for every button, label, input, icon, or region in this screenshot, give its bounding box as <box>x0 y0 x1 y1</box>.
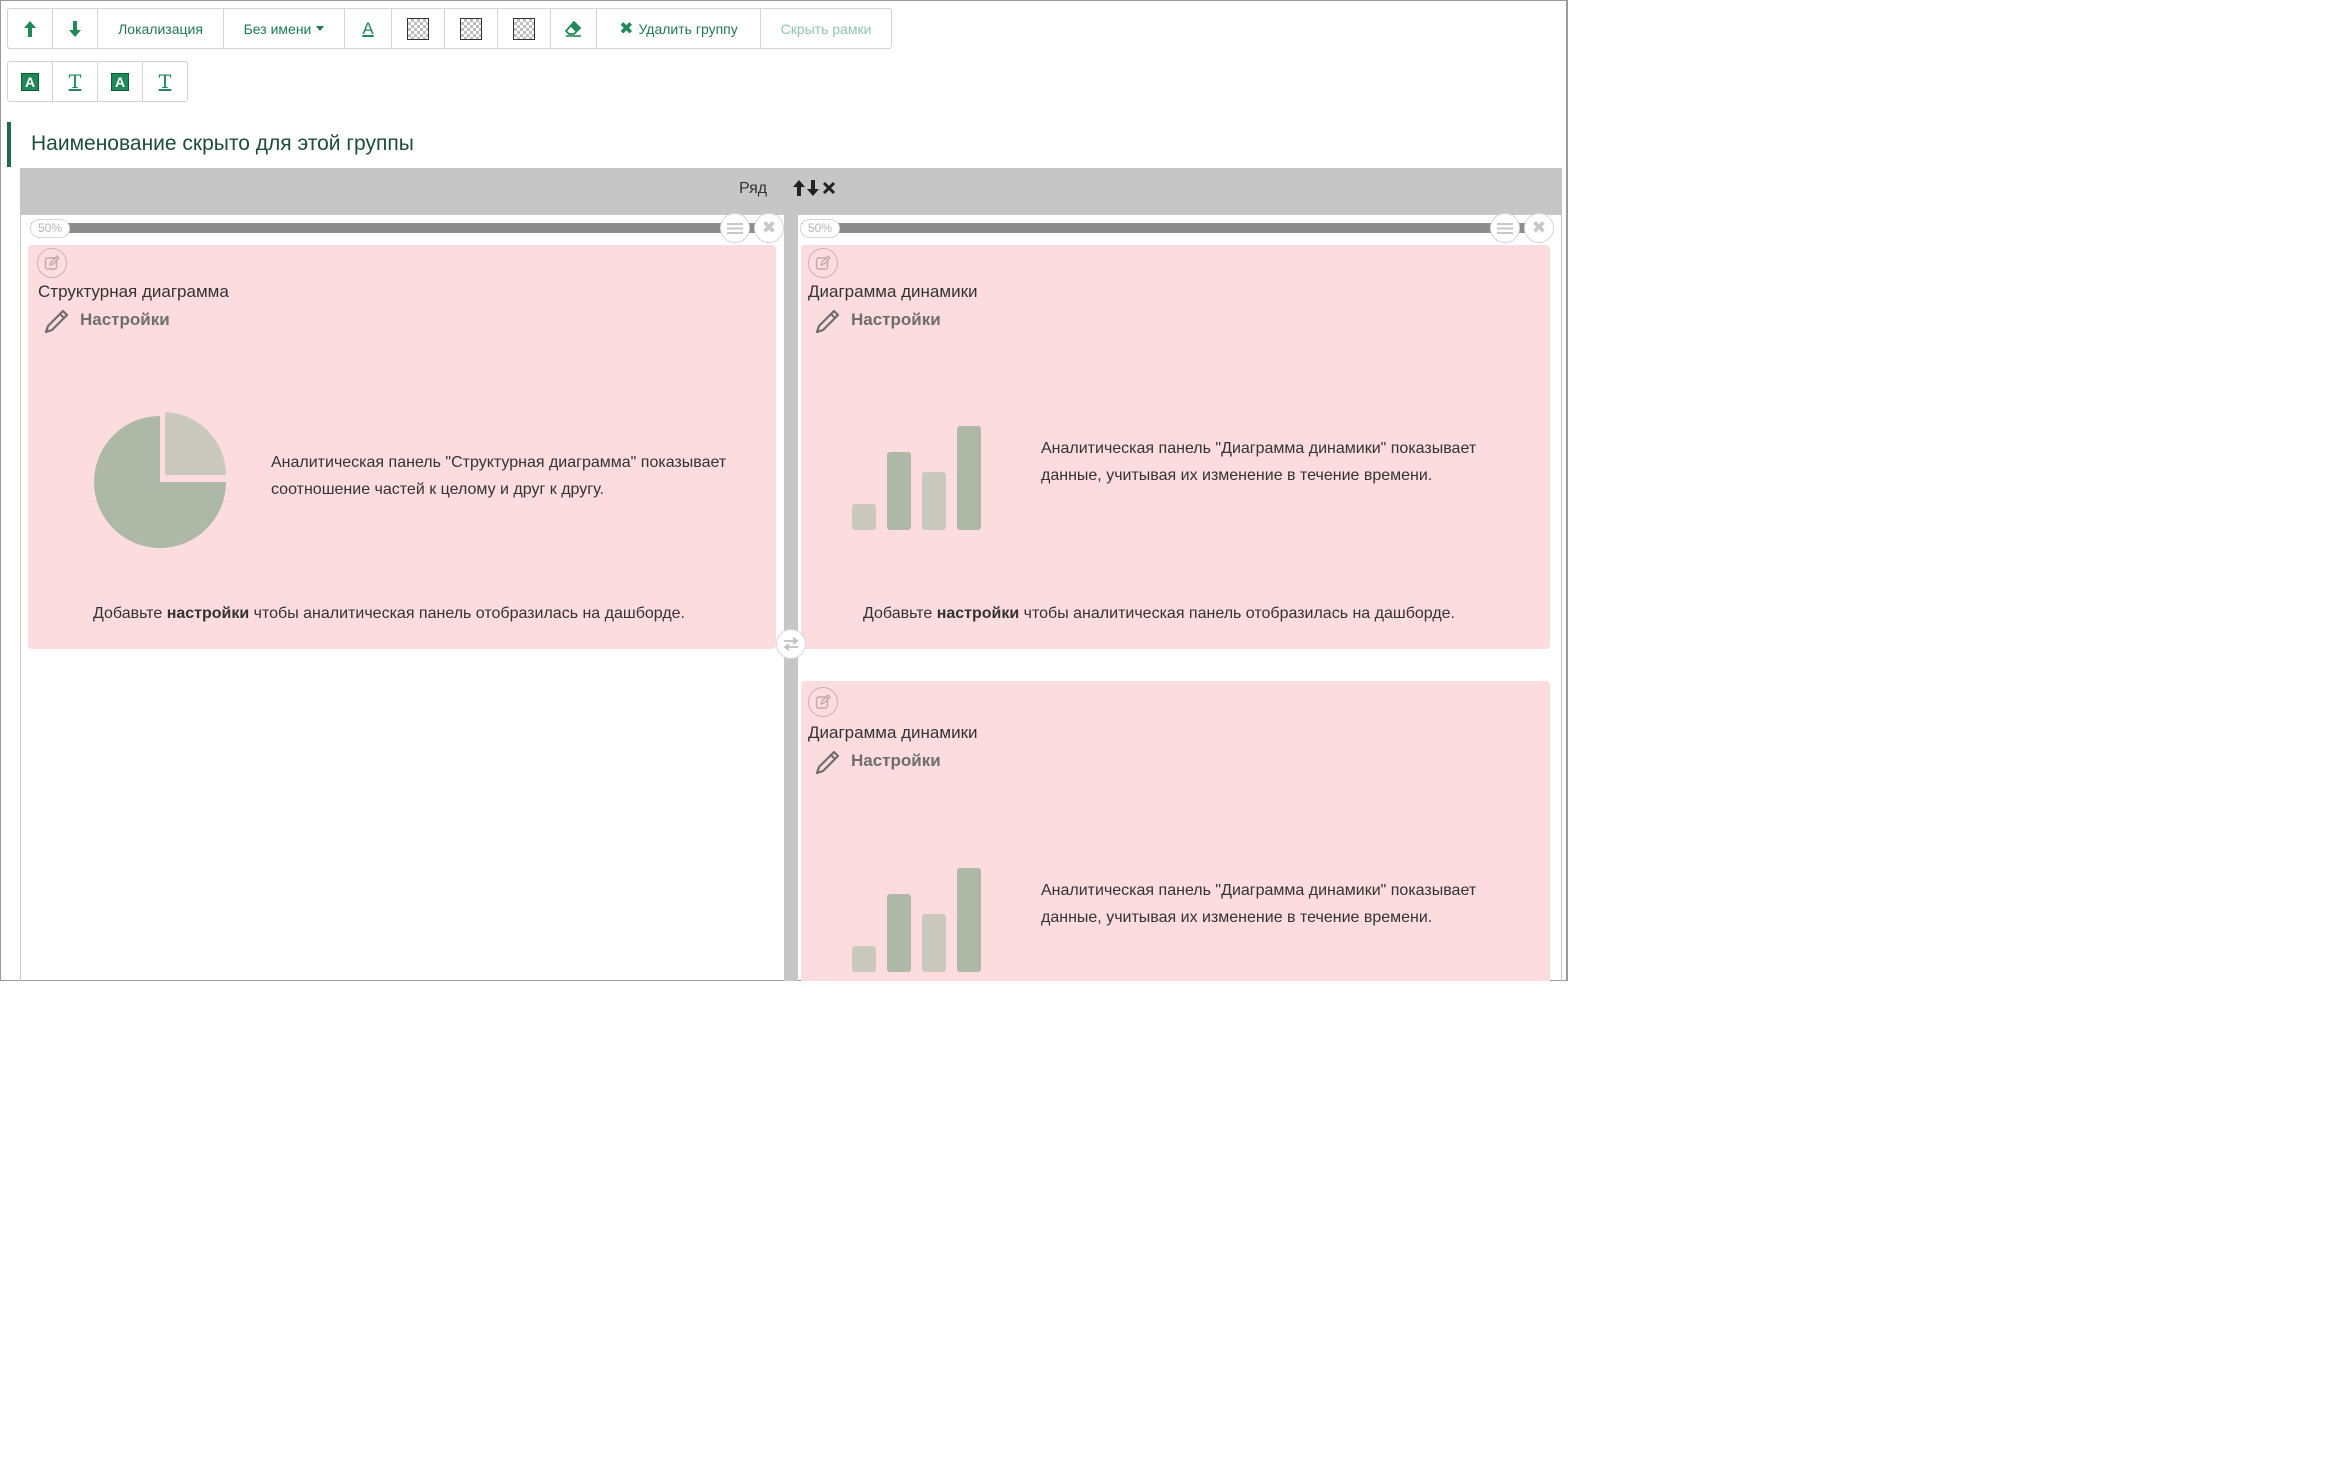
pie-chart-illustration <box>94 412 226 548</box>
text-color-button[interactable]: A <box>345 9 392 48</box>
close-icon: ✖ <box>761 218 777 237</box>
panel-hint: Добавьте настройки чтобы аналитическая п… <box>93 605 685 623</box>
row-controls <box>792 177 836 199</box>
panel-hint: Добавьте настройки чтобы аналитическая п… <box>863 605 1455 623</box>
hint-text-start: Добавьте <box>863 605 937 622</box>
close-icon: ✖ <box>619 18 634 38</box>
settings-label: Настройки <box>851 751 941 770</box>
delete-group-button[interactable]: ✖ Удалить группу <box>597 9 761 48</box>
column-delete-button-right[interactable]: ✖ <box>1524 213 1554 243</box>
filled-a-icon: A <box>111 72 129 91</box>
name-dropdown-label: Без имени <box>243 20 312 37</box>
panel-description: Аналитическая панель "Диаграмма динамики… <box>1041 440 1477 484</box>
settings-label: Настройки <box>851 310 941 329</box>
panel-title: Диаграмма динамики <box>808 723 978 742</box>
panel-title: Диаграмма динамики <box>808 282 978 301</box>
column-delete-button-left[interactable]: ✖ <box>754 213 784 243</box>
swap-columns-button[interactable] <box>776 629 806 659</box>
clear-format-button[interactable] <box>551 9 597 48</box>
title-text-button[interactable]: T <box>53 62 98 101</box>
background-color-button-2[interactable] <box>445 9 498 48</box>
settings-label: Настройки <box>80 310 170 329</box>
style-toolbar: A T A T <box>7 61 188 102</box>
background-color-button-3[interactable] <box>498 9 551 48</box>
filled-a-icon: A <box>21 72 39 91</box>
row-move-up-icon[interactable] <box>792 179 806 197</box>
column-settings-button-right[interactable] <box>1490 213 1520 243</box>
list-icon <box>1497 222 1513 234</box>
transparent-color-icon <box>513 17 535 40</box>
arrow-down-icon <box>69 20 81 37</box>
eraser-icon <box>565 20 582 37</box>
group-toolbar: Локализация Без имени A ✖ Удалить группу… <box>7 8 892 49</box>
column-settings-button-left[interactable] <box>720 213 750 243</box>
text-t-icon: T <box>158 70 172 93</box>
move-group-down-button[interactable] <box>53 9 98 48</box>
edit-icon <box>815 694 831 709</box>
column-width-label-right: 50% <box>800 219 840 238</box>
hint-text-start: Добавьте <box>93 605 167 622</box>
hint-settings-link: настройки <box>166 605 250 622</box>
panel-description: Аналитическая панель "Структурная диагра… <box>271 454 727 498</box>
hint-text-end: чтобы аналитическая панель отобразилась … <box>249 605 685 622</box>
panel-description: Аналитическая панель "Диаграмма динамики… <box>1041 882 1477 926</box>
caret-down-icon <box>316 26 325 31</box>
row-move-down-icon[interactable] <box>806 179 820 197</box>
delete-group-label: Удалить группу <box>638 20 738 37</box>
group-accent-bar <box>7 122 11 167</box>
transparent-color-icon <box>460 17 482 40</box>
column-divider <box>784 215 798 981</box>
row-label: Ряд <box>739 180 768 197</box>
column-width-slider-left[interactable] <box>31 223 755 233</box>
hint-text-end: чтобы аналитическая панель отобразилась … <box>1019 605 1455 622</box>
pencil-icon <box>44 309 69 333</box>
edit-panel-button[interactable] <box>808 687 838 717</box>
pencil-icon <box>815 750 840 774</box>
name-dropdown[interactable]: Без имени <box>224 9 345 48</box>
row-header <box>20 168 1562 215</box>
edit-icon <box>815 255 831 270</box>
panel-structural-diagram: Структурная диаграмма Настройки Аналитич… <box>28 245 776 649</box>
edit-panel-button[interactable] <box>37 248 67 278</box>
text-t-icon: T <box>68 70 82 93</box>
group-title: Наименование скрыто для этой группы <box>31 132 414 155</box>
panel-title: Структурная диаграмма <box>38 282 229 301</box>
pencil-icon <box>815 309 840 333</box>
transparent-color-icon <box>407 17 429 40</box>
settings-link[interactable]: Настройки <box>815 748 941 774</box>
localization-button[interactable]: Локализация <box>98 9 224 48</box>
swap-arrows-icon <box>783 637 799 651</box>
text-background-button[interactable]: A <box>98 62 143 101</box>
list-icon <box>727 222 743 234</box>
text-color-icon: A <box>362 18 374 38</box>
bar-chart-illustration <box>852 868 981 972</box>
panel-dynamics-diagram: Диаграмма динамики Настройки Аналитическ… <box>801 245 1550 649</box>
text-style-button[interactable]: T <box>143 62 187 101</box>
arrow-up-icon <box>24 20 36 37</box>
row-left-border <box>20 215 21 981</box>
column-width-label-left: 50% <box>30 219 70 238</box>
settings-link[interactable]: Настройки <box>815 307 941 333</box>
edit-icon <box>44 255 60 270</box>
panel-dynamics-diagram-2: Диаграмма динамики Настройки Аналитическ… <box>801 681 1550 981</box>
column-width-slider-right[interactable] <box>801 223 1525 233</box>
edit-panel-button[interactable] <box>808 248 838 278</box>
bar-chart-illustration <box>852 426 981 530</box>
move-group-up-button[interactable] <box>8 9 53 48</box>
hide-frames-button[interactable]: Скрыть рамки <box>761 9 891 48</box>
title-background-button[interactable]: A <box>8 62 53 101</box>
close-icon: ✖ <box>1531 218 1547 237</box>
hint-settings-link: настройки <box>936 605 1020 622</box>
row-right-border <box>1561 215 1562 981</box>
settings-link[interactable]: Настройки <box>44 307 170 333</box>
background-color-button-1[interactable] <box>392 9 445 48</box>
row-delete-icon[interactable] <box>822 181 836 195</box>
